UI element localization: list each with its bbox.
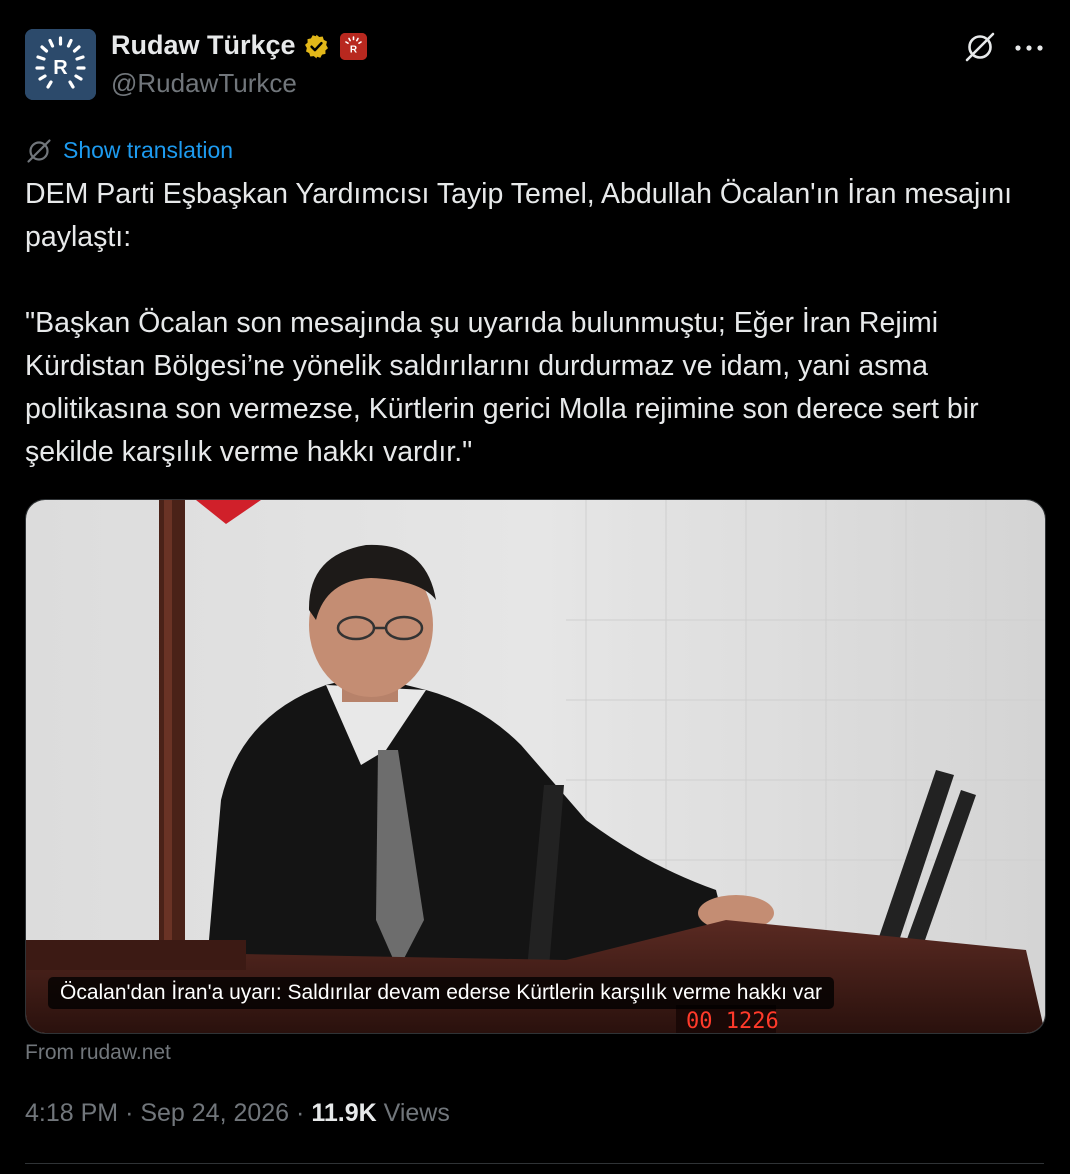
rudaw-logo-icon: R: [25, 29, 96, 100]
tweet-date[interactable]: Sep 24, 2026: [140, 1099, 289, 1127]
affiliate-logo-icon: R: [340, 33, 367, 60]
affiliate-letter: R: [350, 45, 358, 56]
gold-verified-icon[interactable]: [303, 33, 330, 60]
author-handle[interactable]: @RudawTurkce: [111, 68, 297, 99]
card-headline[interactable]: Öcalan'dan İran'a uyarı: Saldırılar deva…: [48, 977, 835, 1009]
meta-separator-2: ·: [296, 1099, 305, 1127]
divider: [25, 1163, 1044, 1164]
show-translation-link[interactable]: Show translation: [63, 137, 233, 164]
meta-separator: ·: [125, 1099, 134, 1127]
tweet-meta: 4:18 PM · Sep 24, 2026 · 11.9K Views: [25, 1099, 450, 1128]
views-label: Views: [383, 1099, 450, 1127]
tweet-time[interactable]: 4:18 PM: [25, 1099, 118, 1127]
author-display-name[interactable]: Rudaw Türkçe: [111, 30, 296, 61]
tweet: R Rudaw Türkçe R @RudawTurkce Show trans…: [0, 0, 1070, 1174]
globe-translate-icon: [27, 139, 51, 163]
author-avatar[interactable]: R: [25, 29, 96, 100]
avatar-letter: R: [53, 57, 68, 79]
card-source-link[interactable]: From rudaw.net: [25, 1041, 171, 1065]
link-card[interactable]: 00 1226 Öcalan'dan İran'a uyarı: Saldırı…: [25, 499, 1046, 1034]
tweet-text: DEM Parti Eşbaşkan Yardımcısı Tayip Teme…: [25, 173, 1045, 474]
views-count: 11.9K: [311, 1099, 377, 1127]
card-photo: 00 1226: [26, 500, 1045, 1033]
grok-icon[interactable]: [963, 30, 997, 64]
tweet-paragraph-2: "Başkan Öcalan son mesajında şu uyarıda …: [25, 307, 987, 468]
rudaw-affiliate-icon[interactable]: R: [340, 33, 367, 60]
tweet-paragraph-1: DEM Parti Eşbaşkan Yardımcısı Tayip Teme…: [25, 178, 1020, 253]
timer-display: 00 1226: [686, 1009, 779, 1033]
more-options-icon[interactable]: [1014, 44, 1044, 52]
